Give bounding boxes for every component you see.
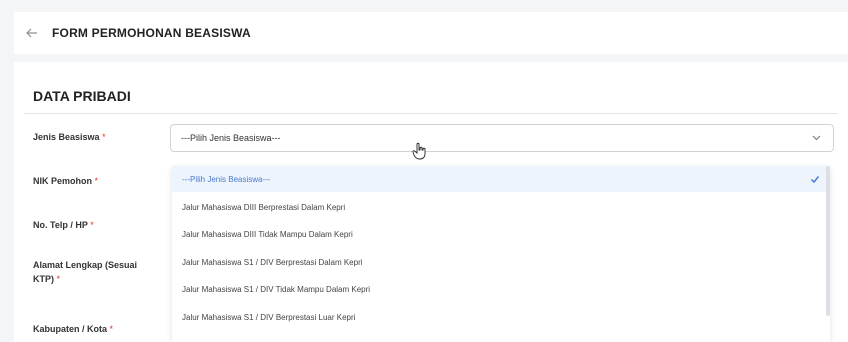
label-text-line2: KTP) [33, 274, 54, 284]
option-label: Jalur Mahasiswa S1 / DIV Tidak Mampu Dal… [182, 284, 371, 294]
required-mark: * [109, 324, 114, 334]
required-mark: * [90, 220, 94, 230]
dropdown-option[interactable]: Jalur Mahasiswa S1 / DIV Berprestasi Lua… [172, 304, 830, 330]
label-kabupaten-kota: Kabupaten / Kota * [33, 322, 113, 336]
option-label: ---Pilih Jenis Beasiswa--- [182, 174, 271, 184]
required-mark: * [102, 132, 106, 142]
label-text: Kabupaten / Kota [33, 324, 108, 334]
dropdown-option[interactable]: Jalur Mahasiswa S1 / DIV Tidak Mampu Dal… [172, 276, 830, 302]
option-label: Jalur Mahasiswa DIII Berprestasi Dalam K… [182, 202, 346, 212]
required-mark: * [56, 274, 61, 284]
section-divider [24, 113, 838, 114]
option-label: Jalur Mahasiswa S1 / DIV Berprestasi Dal… [182, 257, 363, 267]
hand-pointer-icon [412, 142, 426, 160]
dropdown-option[interactable]: Jalur Mahasiswa DIII Berprestasi Dalam K… [172, 194, 830, 220]
form-card: DATA PRIBADI Jenis Beasiswa * NIK Pemoho… [14, 62, 848, 342]
required-mark: * [94, 176, 99, 186]
select-value: ---Pilih Jenis Beasiswa--- [181, 133, 281, 143]
label-jenis-beasiswa: Jenis Beasiswa * [33, 130, 106, 144]
dropdown-option[interactable]: Jalur Mahasiswa DIII Tidak Mampu Dalam K… [172, 221, 830, 247]
label-nik-pemohon: NIK Pemohon * [33, 174, 98, 188]
dropdown-option[interactable]: Jalur Mahasiswa S1 / DIV Berprestasi Dal… [172, 249, 830, 275]
chevron-down-icon[interactable] [809, 135, 823, 141]
jenis-beasiswa-dropdown: ---Pilih Jenis Beasiswa--- Jalur Mahasis… [172, 166, 830, 342]
label-text: No. Telp / HP [33, 220, 88, 230]
label-text: NIK Pemohon [33, 176, 93, 186]
section-title: DATA PRIBADI [33, 88, 131, 104]
option-label: Jalur Mahasiswa S1 / DIV Berprestasi Lua… [182, 312, 356, 322]
back-arrow-icon[interactable] [26, 28, 52, 38]
dropdown-option-placeholder[interactable]: ---Pilih Jenis Beasiswa--- [172, 166, 830, 192]
check-icon [810, 176, 820, 184]
dropdown-scrollbar[interactable] [826, 166, 830, 316]
label-no-telp: No. Telp / HP * [33, 218, 94, 232]
label-text: Jenis Beasiswa [33, 132, 100, 142]
label-text-line1: Alamat Lengkap (Sesuai [33, 260, 138, 270]
option-label: Jalur Mahasiswa DIII Tidak Mampu Dalam K… [182, 229, 353, 239]
label-alamat-lengkap: Alamat Lengkap (Sesuai KTP) * [33, 258, 137, 286]
page-title: FORM PERMOHONAN BEASISWA [52, 26, 251, 40]
page-header: FORM PERMOHONAN BEASISWA [14, 12, 848, 54]
jenis-beasiswa-select[interactable]: ---Pilih Jenis Beasiswa--- [170, 124, 834, 152]
